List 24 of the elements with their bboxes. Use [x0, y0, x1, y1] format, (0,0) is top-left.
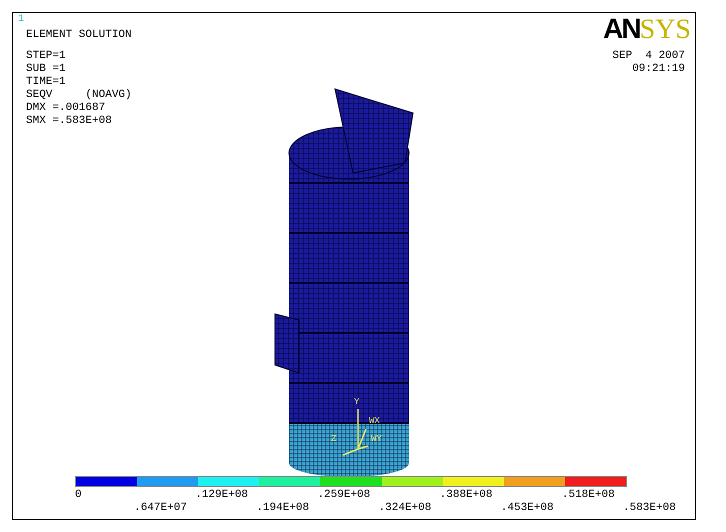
scale-label: .583E+08	[623, 502, 676, 514]
plot-date: SEP 4 2007	[612, 50, 685, 63]
scale-label: .324E+08	[378, 502, 432, 514]
scale-label: .259E+08	[317, 489, 370, 501]
scale-label: .518E+08	[562, 489, 615, 501]
plot-title: ELEMENT SOLUTION	[26, 29, 132, 42]
info-line: SEQV (NOAVG)	[26, 89, 132, 102]
scale-label: .194E+08	[256, 502, 310, 514]
info-line: SUB =1	[26, 63, 67, 76]
scale-label: .647E+07	[134, 502, 187, 514]
axis-label: Y	[354, 397, 360, 407]
info-line: TIME=1	[26, 76, 67, 89]
plot-time: 09:21:19	[632, 63, 685, 76]
scale-label: 0	[75, 489, 82, 501]
scale-label: .388E+08	[440, 489, 492, 501]
logo: ANSYS	[603, 15, 691, 44]
info-line: SMX =.583E+08	[26, 115, 113, 128]
window-number: 1	[18, 15, 26, 25]
axis-label: WX	[369, 416, 380, 426]
info-line: DMX =.001687	[26, 102, 106, 115]
scale-label: .453E+08	[500, 502, 554, 514]
info-line: STEP=1	[26, 50, 67, 63]
axis-triad-icon	[342, 408, 369, 456]
scale-label: .129E+08	[195, 489, 248, 501]
